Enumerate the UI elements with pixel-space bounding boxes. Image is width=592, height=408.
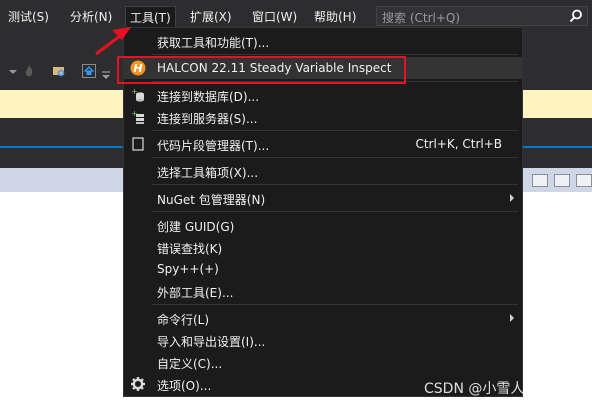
red-arrow-annotation bbox=[95, 27, 131, 56]
watermark-text: CSDN @小雪人828 bbox=[424, 381, 552, 397]
